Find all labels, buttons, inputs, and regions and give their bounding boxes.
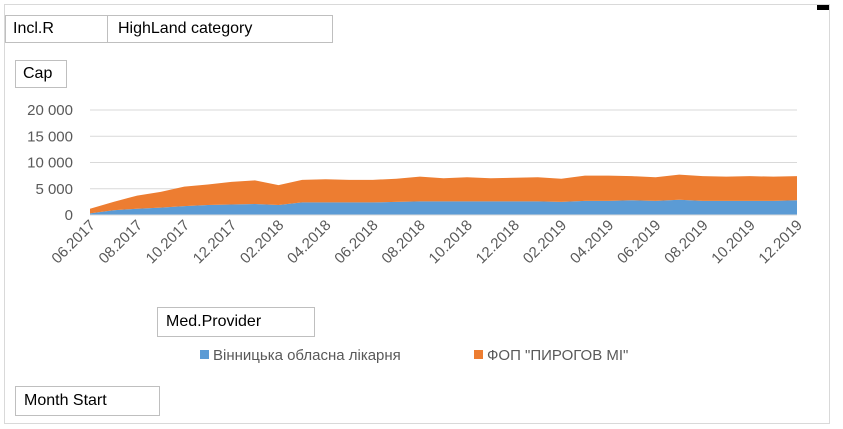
x-tick-label: 12.2018	[473, 217, 523, 267]
legend-swatch	[200, 350, 209, 359]
plot-area	[90, 174, 797, 216]
x-tick-label: 04.2019	[567, 217, 617, 267]
y-tick-label: 15 000	[27, 128, 73, 145]
legend-label: Вінницька обласна лікарня	[213, 347, 401, 364]
x-tick-label: 06.2018	[331, 217, 381, 267]
y-tick-label: 0	[65, 207, 73, 224]
x-tick-label: 06.2017	[48, 217, 98, 267]
legend-label: ФОП "ПИРОГОВ МІ"	[487, 347, 628, 364]
y-axis-ticks: 0 5 000 10 000 15 000 20 000	[27, 102, 73, 224]
y-tick-label: 10 000	[27, 155, 73, 172]
x-tick-label: 10.2017	[143, 217, 193, 267]
x-tick-label: 08.2019	[661, 217, 711, 267]
legend-swatch	[474, 350, 483, 359]
y-tick-label: 5 000	[35, 181, 73, 198]
x-tick-label: 12.2019	[755, 217, 805, 267]
area-chart: 05 00010 00015 00020 000 06.201708.20171…	[27, 102, 806, 364]
x-tick-label: 02.2018	[237, 217, 287, 267]
x-tick-label: 04.2018	[284, 217, 334, 267]
x-tick-label: 12.2017	[190, 217, 240, 267]
x-tick-label: 10.2019	[708, 217, 758, 267]
x-tick-label: 02.2019	[520, 217, 570, 267]
x-axis-ticks: 06.201708.201710.201712.201702.201804.20…	[48, 217, 805, 267]
x-tick-label: 08.2018	[378, 217, 428, 267]
legend-field-med-provider[interactable]: Med.Provider	[157, 307, 315, 337]
x-tick-label: 10.2018	[426, 217, 476, 267]
x-tick-label: 08.2017	[96, 217, 146, 267]
x-tick-label: 06.2019	[614, 217, 664, 267]
legend: Вінницька обласна лікарня ФОП "ПИРОГОВ МІ…	[200, 347, 628, 364]
y-tick-label: 20 000	[27, 102, 73, 119]
axis-field-month-start[interactable]: Month Start	[15, 386, 160, 416]
